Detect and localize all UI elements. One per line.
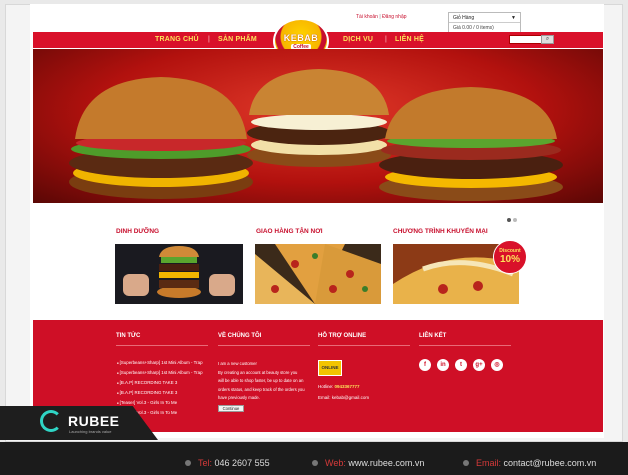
nutrition-image[interactable] [115, 244, 243, 304]
nav-item-services[interactable]: DỊCH VỤ [343, 36, 373, 43]
social-links: f in t g+ ◎ [419, 359, 503, 371]
footer-heading-news: TIN TỨC [116, 333, 141, 339]
cart-title: Giỏ Hàng [453, 15, 475, 21]
online-support-icon[interactable]: ONLINE [318, 360, 342, 376]
search-icon[interactable]: ⌕ [541, 35, 554, 44]
footer-heading-about: VỀ CHÚNG TÔI [218, 333, 262, 339]
instagram-icon[interactable]: ◎ [491, 359, 503, 371]
nav-item-home[interactable]: TRANG CHỦ [155, 36, 199, 43]
linkedin-icon[interactable]: in [437, 359, 449, 371]
carousel-dots[interactable] [507, 209, 519, 227]
contact-web: Web: www.rubee.com.vn [325, 458, 425, 468]
hotline-number[interactable]: 0943367777 [335, 384, 360, 389]
section-title-promotion: CHƯƠNG TRÌNH KHUYẾN MẠI [393, 228, 488, 235]
brand-tagline: Launching brands value [69, 429, 112, 434]
twitter-icon[interactable]: t [455, 359, 467, 371]
section-title-delivery: GIAO HÀNG TẬN NƠI [256, 228, 323, 235]
account-links: Tài khoản | Đăng nhập [356, 14, 407, 20]
burgers-illustration [69, 69, 563, 201]
hero-banner [33, 49, 603, 203]
login-link[interactable]: Đăng nhập [382, 14, 406, 20]
about-text: I am a new customer By creating an accou… [218, 361, 305, 400]
account-link[interactable]: Tài khoản [356, 14, 378, 20]
email-icon [463, 460, 469, 466]
footer-heading-support: HỖ TRỢ ONLINE [318, 333, 367, 339]
section-title-nutrition: DINH DƯỠNG [116, 228, 160, 235]
facebook-icon[interactable]: f [419, 359, 431, 371]
contact-tel: Tel: 046 2607 555 [198, 458, 270, 468]
support-info: Hotline: 0943367777 Email: kebab@gmail.c… [318, 384, 370, 400]
news-item[interactable]: [Superbeans+Sharp] 1st Mini Album - Trap [117, 358, 203, 368]
phone-icon [185, 460, 191, 466]
footer-heading-links: LIÊN KẾT [419, 333, 447, 339]
continue-button[interactable]: Continue [218, 405, 244, 412]
google-plus-icon[interactable]: g+ [473, 359, 485, 371]
news-item[interactable]: [Superbeans+Sharp] 1st Mini Album - Trap [117, 368, 203, 378]
delivery-image[interactable] [255, 244, 381, 304]
chevron-down-icon: ▼ [511, 15, 516, 21]
contact-email: Email: contact@rubee.com.vn [476, 458, 597, 468]
nav-item-products[interactable]: SẢN PHẨM [218, 36, 257, 43]
nav-item-contact[interactable]: LIÊN HỆ [395, 36, 424, 43]
support-email[interactable]: kebab@gmail.com [332, 395, 369, 400]
news-item[interactable]: [B.A.P] RECORDING TAKE 3 [117, 388, 203, 398]
discount-badge: Discount 10% [493, 240, 527, 274]
news-item[interactable]: [B.A.P] RECORDING TAKE 3 [117, 378, 203, 388]
web-icon [312, 460, 318, 466]
rubee-logo-icon [40, 410, 62, 432]
cart-dropdown[interactable]: Giỏ Hàng ▼ Giá 0.00 / 0 items) [448, 12, 521, 34]
brand-name: RUBEE [68, 413, 120, 429]
